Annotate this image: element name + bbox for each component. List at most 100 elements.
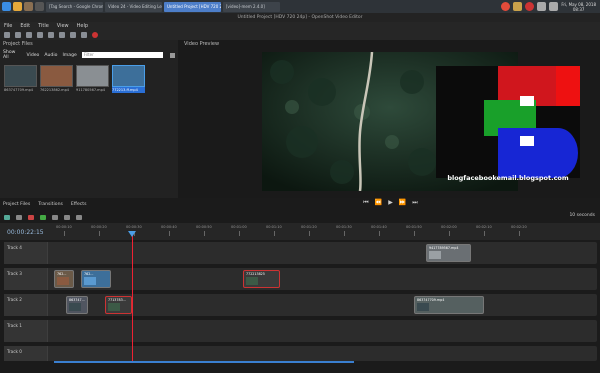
- menu-edit[interactable]: Edit: [20, 22, 30, 30]
- new-project-icon[interactable]: [4, 32, 10, 38]
- tab-project-files[interactable]: Project Files: [3, 200, 30, 209]
- file-name: 762213862.mp4: [40, 88, 70, 92]
- timeline-clip[interactable]: 762...: [81, 270, 111, 288]
- tab-transitions[interactable]: Transitions: [38, 200, 63, 209]
- file-thumbnail: [4, 65, 37, 87]
- profile-icon[interactable]: [70, 32, 76, 38]
- fast-forward-icon[interactable]: ⏩: [399, 199, 406, 206]
- ruler-tick-label: 00:01:50: [406, 225, 422, 229]
- menu-file[interactable]: File: [4, 22, 12, 30]
- razor-icon[interactable]: [28, 214, 34, 220]
- rewind-icon[interactable]: ⏪: [375, 199, 382, 206]
- filter-tab-show-all[interactable]: Show All: [3, 50, 22, 60]
- track-header: Track 2: [4, 294, 48, 316]
- taskbar-tab-chrome[interactable]: [Tag Search - Google Chrom...: [46, 1, 103, 12]
- add-marker-icon[interactable]: [40, 214, 46, 220]
- filter-tab-image[interactable]: Image: [62, 53, 76, 58]
- clock[interactable]: Fri, May 08, 2018 08:37: [561, 2, 596, 12]
- channel-logo: [436, 66, 580, 178]
- timeline-clip[interactable]: 863747709.mp4: [414, 296, 484, 314]
- clip-thumbnail: [417, 303, 429, 311]
- track-row[interactable]: Track 2 863747... 7713783... 863747709.m…: [4, 294, 597, 316]
- zoom-label[interactable]: 10 seconds: [569, 213, 595, 218]
- menu-view[interactable]: View: [57, 22, 69, 30]
- playhead-line[interactable]: [132, 234, 133, 362]
- timeline-toolbar: [0, 212, 600, 222]
- launcher-icons: [0, 2, 44, 11]
- play-icon[interactable]: ▶: [388, 199, 393, 206]
- undo-icon[interactable]: [37, 32, 43, 38]
- track-row[interactable]: Track 1: [4, 320, 597, 342]
- network-icon[interactable]: [537, 2, 547, 11]
- file-name: 911780567.mp4: [76, 88, 106, 92]
- ruler-tick: [169, 231, 170, 236]
- track-row[interactable]: Track 3 762... 762... 772213825: [4, 268, 597, 290]
- folder-tray-icon[interactable]: [513, 2, 523, 11]
- chrome-tray-icon[interactable]: [501, 2, 511, 11]
- taskbar-tab-video[interactable]: Video 24 - Video Editing Lear...: [105, 1, 162, 12]
- project-file-item[interactable]: 762213862.mp4: [40, 65, 73, 93]
- tab-effects[interactable]: Effects: [71, 200, 87, 209]
- ruler-tick-label: 00:00:10: [56, 225, 72, 229]
- jump-start-icon[interactable]: ⏮: [363, 199, 368, 207]
- ruler-tick: [64, 231, 65, 236]
- jump-end-icon[interactable]: ⏭: [412, 199, 417, 207]
- filter-tab-audio[interactable]: Audio: [44, 53, 57, 58]
- timeline-clip[interactable]: 9417789567.mp4: [426, 244, 471, 262]
- track-row[interactable]: Track 4 9417789567.mp4: [4, 242, 597, 264]
- timeline-clip[interactable]: 762...: [54, 270, 74, 288]
- clip-thumbnail: [246, 277, 258, 285]
- app-menu-icon[interactable]: [2, 2, 11, 11]
- terminal-icon[interactable]: [35, 2, 44, 11]
- project-files-panel: Project Files Show All Video Audio Image…: [0, 40, 178, 198]
- add-track-icon[interactable]: [4, 214, 10, 220]
- snapping-icon[interactable]: [16, 214, 22, 220]
- filter-input[interactable]: Filter: [81, 52, 164, 58]
- file-thumbnail: [112, 65, 145, 87]
- ruler-tick-label: 00:00:30: [126, 225, 142, 229]
- previous-marker-icon[interactable]: [52, 214, 58, 220]
- menu-help[interactable]: Help: [77, 22, 88, 30]
- video-preview-header: Video Preview: [184, 41, 220, 47]
- system-tray: Fri, May 08, 2018 08:37: [501, 2, 600, 12]
- playback-controls: ⏮ ⏪ ▶ ⏩ ⏭: [181, 198, 600, 207]
- next-marker-icon[interactable]: [64, 214, 70, 220]
- ruler-tick: [379, 231, 380, 236]
- timeline-clip[interactable]: 772213825: [243, 270, 280, 288]
- menu-title[interactable]: Title: [38, 22, 49, 30]
- timeline-clip[interactable]: 7713783...: [105, 296, 132, 314]
- record-tray-icon[interactable]: [525, 2, 535, 11]
- ruler-tick-label: 00:01:40: [371, 225, 387, 229]
- project-file-item[interactable]: 911780567.mp4: [76, 65, 109, 93]
- files-icon[interactable]: [24, 2, 33, 11]
- track-row[interactable]: Track 0: [4, 346, 597, 361]
- project-file-item-selected[interactable]: 772213.ff.mp4: [112, 65, 145, 93]
- playhead-marker[interactable]: [128, 231, 136, 237]
- taskbar-tab-openshot[interactable]: Untitled Project [HDV 720 24...: [164, 1, 221, 12]
- timeline-scrollbar[interactable]: [54, 361, 354, 363]
- ruler-tick: [274, 231, 275, 236]
- filter-tab-video[interactable]: Video: [27, 53, 40, 58]
- ruler-tick: [309, 231, 310, 236]
- open-project-icon[interactable]: [15, 32, 21, 38]
- file-thumbnail: [40, 65, 73, 87]
- ruler-tick: [449, 231, 450, 236]
- taskbar-tab-recorder[interactable]: [video]-mem 2.4.0]: [223, 1, 280, 12]
- ruler-tick: [344, 231, 345, 236]
- clear-filter-icon[interactable]: [170, 52, 175, 58]
- redo-icon[interactable]: [48, 32, 54, 38]
- fullscreen-icon[interactable]: [81, 32, 87, 38]
- center-playhead-icon[interactable]: [76, 214, 82, 220]
- timeline-clip[interactable]: 863747...: [66, 296, 88, 314]
- browser-icon[interactable]: [13, 2, 22, 11]
- watermark-text: blogfacebookemail.blogspot.com: [447, 174, 569, 182]
- save-project-icon[interactable]: [26, 32, 32, 38]
- export-icon[interactable]: [92, 32, 98, 38]
- project-file-item[interactable]: 863747709.mp4: [4, 65, 37, 93]
- volume-icon[interactable]: [549, 2, 559, 11]
- import-files-icon[interactable]: [59, 32, 65, 38]
- ruler-tick: [519, 231, 520, 236]
- menu-bar: File Edit Title View Help: [0, 22, 600, 30]
- track-header: Track 3: [4, 268, 48, 290]
- ruler-tick-label: 00:01:10: [266, 225, 282, 229]
